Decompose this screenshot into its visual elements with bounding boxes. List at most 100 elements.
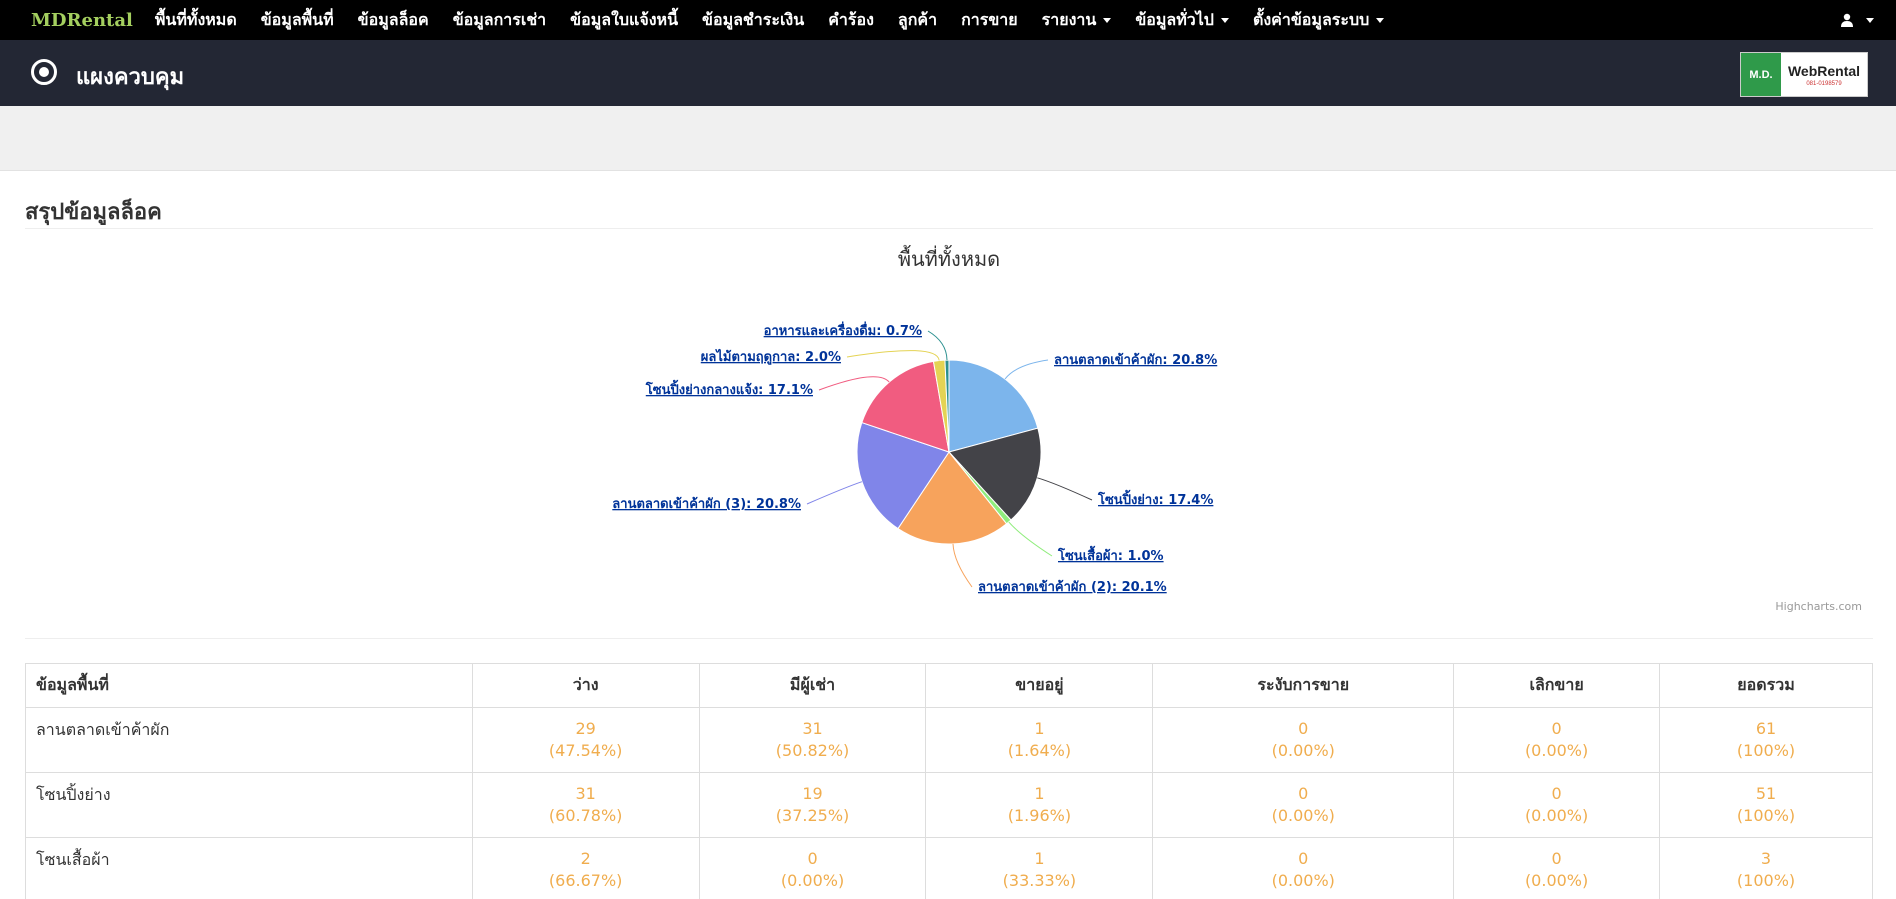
- cell-vacant: 31 (60.78%): [471, 772, 700, 838]
- top-navbar: MDRental พื้นที่ทั้งหมด ข้อมูลพื้นที่ ข้…: [0, 0, 1896, 40]
- nav-item-customers[interactable]: ลูกค้า: [886, 0, 949, 40]
- row-area-name: โซนปิ้งย่าง: [25, 772, 473, 838]
- nav-item-lock-info[interactable]: ข้อมูลล็อค: [346, 0, 441, 40]
- pie-connector: [1037, 477, 1093, 501]
- cell-suspended: 0 (0.00%): [1152, 772, 1455, 838]
- logo-phone: 081-0198579: [1806, 80, 1842, 87]
- nav-item-label: ลูกค้า: [897, 9, 938, 29]
- cell-count: 0: [1551, 849, 1562, 868]
- cell-percent: (66.67%): [548, 871, 623, 890]
- pie-data-label[interactable]: ลานตลาดเข้าค้าผัก (3): 20.8%: [612, 496, 801, 512]
- col-header-stopped: เลิกขาย: [1453, 663, 1661, 708]
- user-menu[interactable]: [1840, 0, 1874, 40]
- row-area-name: ลานตลาดเข้าค้าผัก: [25, 707, 473, 773]
- webrental-logo: M.D. WebRental 081-0198579: [1740, 52, 1868, 97]
- nav-item-rental-info[interactable]: ข้อมูลการเช่า: [441, 0, 558, 40]
- cell-count: 31: [575, 784, 596, 803]
- cell-suspended: 0 (0.00%): [1152, 707, 1455, 773]
- nav-item-system-settings[interactable]: ตั้งค่าข้อมูลระบบ: [1241, 0, 1396, 40]
- caret-down-icon: [1220, 17, 1229, 23]
- nav-item-label: ข้อมูลการเช่า: [452, 9, 547, 29]
- cell-count: 2: [580, 849, 591, 868]
- cell-count: 1: [1034, 849, 1045, 868]
- breadcrumb-area: [0, 106, 1896, 171]
- chart-credits-link[interactable]: Highcharts.com: [1775, 600, 1862, 613]
- cell-percent: (100%): [1736, 871, 1796, 890]
- pie-connector: [1008, 521, 1053, 557]
- cell-percent: (0.00%): [1524, 806, 1589, 825]
- brand-logo[interactable]: MDRental: [31, 10, 133, 31]
- user-icon: [1841, 13, 1853, 27]
- col-header-area: ข้อมูลพื้นที่: [25, 663, 473, 708]
- nav-item-requests[interactable]: คำร้อง: [816, 0, 886, 40]
- nav-item-invoice-info[interactable]: ข้อมูลใบแจ้งหนี้: [558, 0, 690, 40]
- nav-item-label: ข้อมูลชำระเงิน: [702, 9, 805, 29]
- cell-count: 3: [1760, 849, 1772, 868]
- logo-text: WebRental 081-0198579: [1781, 53, 1867, 96]
- cell-percent: (50.82%): [775, 741, 850, 760]
- cell-stopped: 0 (0.00%): [1453, 837, 1661, 899]
- cell-vacant: 29 (47.54%): [471, 707, 700, 773]
- nav-item-label: ข้อมูลล็อค: [357, 9, 429, 29]
- pie-connector: [846, 350, 940, 361]
- cell-count: 19: [802, 784, 823, 803]
- divider: [25, 228, 1873, 229]
- cell-count: 1: [1034, 784, 1045, 803]
- nav-item-label: ข้อมูลใบแจ้งหนี้: [570, 9, 679, 29]
- caret-down-icon: [1103, 17, 1112, 23]
- nav-item-sales[interactable]: การขาย: [949, 0, 1030, 40]
- cell-suspended: 0 (0.00%): [1152, 837, 1455, 899]
- nav-item-all-areas[interactable]: พื้นที่ทั้งหมด: [143, 0, 249, 40]
- cell-stopped: 0 (0.00%): [1453, 772, 1661, 838]
- col-header-vacant: ว่าง: [471, 663, 700, 708]
- pie-data-label[interactable]: โซนเสื้อผ้า: 1.0%: [1057, 545, 1164, 564]
- cell-rented: 31 (50.82%): [698, 707, 927, 773]
- pie-chart-svg: พื้นที่ทั้งหมดลานตลาดเข้าค้าผัก: 20.8% โซ…: [612, 245, 1862, 613]
- cell-selling: 1 (33.33%): [925, 837, 1154, 899]
- nav-item-label: การขาย: [961, 9, 1018, 29]
- cell-count: 0: [1298, 849, 1309, 868]
- nav-item-payment-info[interactable]: ข้อมูลชำระเงิน: [690, 0, 816, 40]
- cell-total: 51 (100%): [1659, 772, 1873, 838]
- pie-data-label[interactable]: โซนปิ้งย่างกลางแจ้ง: 17.1%: [645, 379, 813, 398]
- cell-percent: (33.33%): [1002, 871, 1077, 890]
- pie-data-label[interactable]: ผลไม้ตามฤดูกาล: 2.0%: [701, 348, 841, 365]
- page-title: แผงควบคุม: [76, 65, 185, 90]
- cell-stopped: 0 (0.00%): [1453, 707, 1661, 773]
- nav-item-general-info[interactable]: ข้อมูลทั่วไป: [1123, 0, 1241, 40]
- col-header-total: ยอดรวม: [1659, 663, 1873, 708]
- cell-percent: (100%): [1736, 741, 1796, 760]
- pie-data-label[interactable]: โซนปิ้งย่าง: 17.4%: [1097, 489, 1213, 508]
- cell-total: 61 (100%): [1659, 707, 1873, 773]
- cell-selling: 1 (1.96%): [925, 772, 1154, 838]
- caret-down-icon: [1376, 17, 1385, 23]
- nav-item-reports[interactable]: รายงาน: [1030, 0, 1124, 40]
- row-area-name: โซนเสื้อผ้า: [25, 837, 473, 899]
- pie-data-label[interactable]: อาหารและเครื่องดื่ม: 0.7%: [764, 321, 922, 339]
- col-header-rented: มีผู้เช่า: [698, 663, 927, 708]
- nav-item-label: รายงาน: [1041, 9, 1097, 29]
- table-row: โซนเสื้อผ้า 2 (66.67%) 0 (0.00%) 1 (33.33%)…: [25, 837, 1873, 899]
- page-header: แผงควบคุม: [0, 40, 1896, 106]
- chart-title: พื้นที่ทั้งหมด: [898, 245, 1000, 271]
- table-header-row: ข้อมูลพื้นที่ ว่าง มีผู้เช่า ขายอยู่ ระง…: [25, 663, 1873, 708]
- cell-total: 3 (100%): [1659, 837, 1873, 899]
- nav-list: พื้นที่ทั้งหมด ข้อมูลพื้นที่ ข้อมูลล็อค …: [143, 0, 1396, 40]
- caret-down-icon: [1866, 17, 1874, 23]
- cell-percent: (0.00%): [1271, 806, 1335, 825]
- pie-connector: [806, 481, 863, 505]
- nav-item-label: ข้อมูลพื้นที่: [260, 9, 334, 29]
- cell-percent: (1.64%): [1007, 741, 1072, 760]
- cell-percent: (0.00%): [1524, 871, 1589, 890]
- pie-data-label[interactable]: ลานตลาดเข้าค้าผัก: 20.8%: [1054, 352, 1217, 368]
- pie-connector: [1004, 359, 1049, 380]
- cell-vacant: 2 (66.67%): [471, 837, 700, 899]
- lock-summary-table: ข้อมูลพื้นที่ ว่าง มีผู้เช่า ขายอยู่ ระง…: [25, 663, 1873, 899]
- cell-percent: (0.00%): [1524, 741, 1589, 760]
- cell-count: 1: [1034, 719, 1045, 738]
- nav-item-area-info[interactable]: ข้อมูลพื้นที่: [249, 0, 346, 40]
- cell-count: 31: [802, 719, 823, 738]
- nav-item-label: ข้อมูลทั่วไป: [1135, 9, 1214, 29]
- pie-data-label[interactable]: ลานตลาดเข้าค้าผัก (2): 20.1%: [978, 579, 1167, 595]
- divider: [25, 638, 1873, 639]
